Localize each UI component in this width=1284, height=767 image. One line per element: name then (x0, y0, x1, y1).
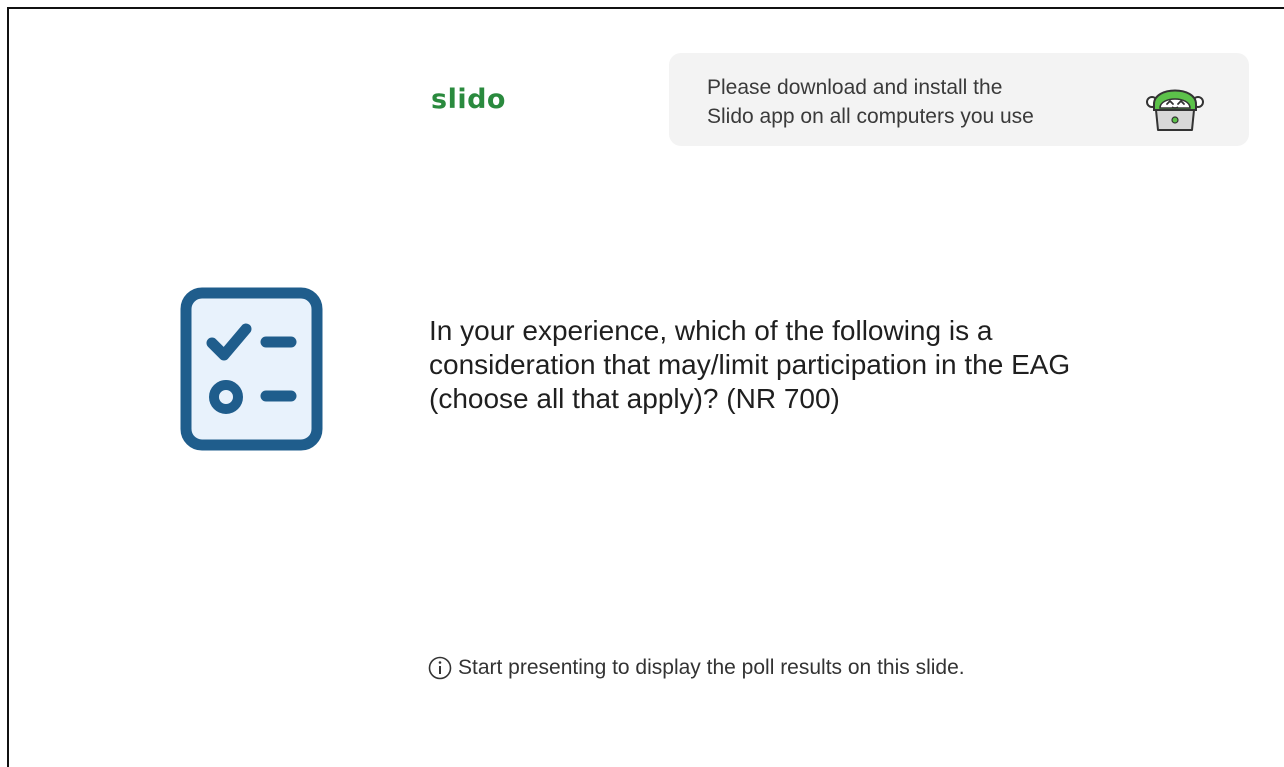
presenting-hint: Start presenting to display the poll res… (428, 656, 965, 680)
info-icon (428, 656, 452, 680)
banner-text: Please download and install the Slido ap… (707, 73, 1117, 131)
poll-question-line-2: consideration that may/limit participati… (429, 349, 1071, 380)
checklist-icon (180, 287, 323, 451)
banner-line-2: Slido app on all computers you use (707, 105, 1034, 128)
presenting-hint-text: Start presenting to display the poll res… (458, 656, 965, 679)
poll-question-line-1: In your experience, which of the followi… (429, 315, 993, 346)
slido-mascot-laptop-icon (1146, 89, 1204, 131)
poll-question-line-3: (choose all that apply)? (NR 700) (429, 383, 840, 414)
banner-line-1: Please download and install the (707, 76, 1003, 99)
poll-question: In your experience, which of the followi… (429, 314, 1189, 416)
slido-logo: slido (431, 84, 506, 115)
install-app-banner: Please download and install the Slido ap… (669, 53, 1249, 146)
